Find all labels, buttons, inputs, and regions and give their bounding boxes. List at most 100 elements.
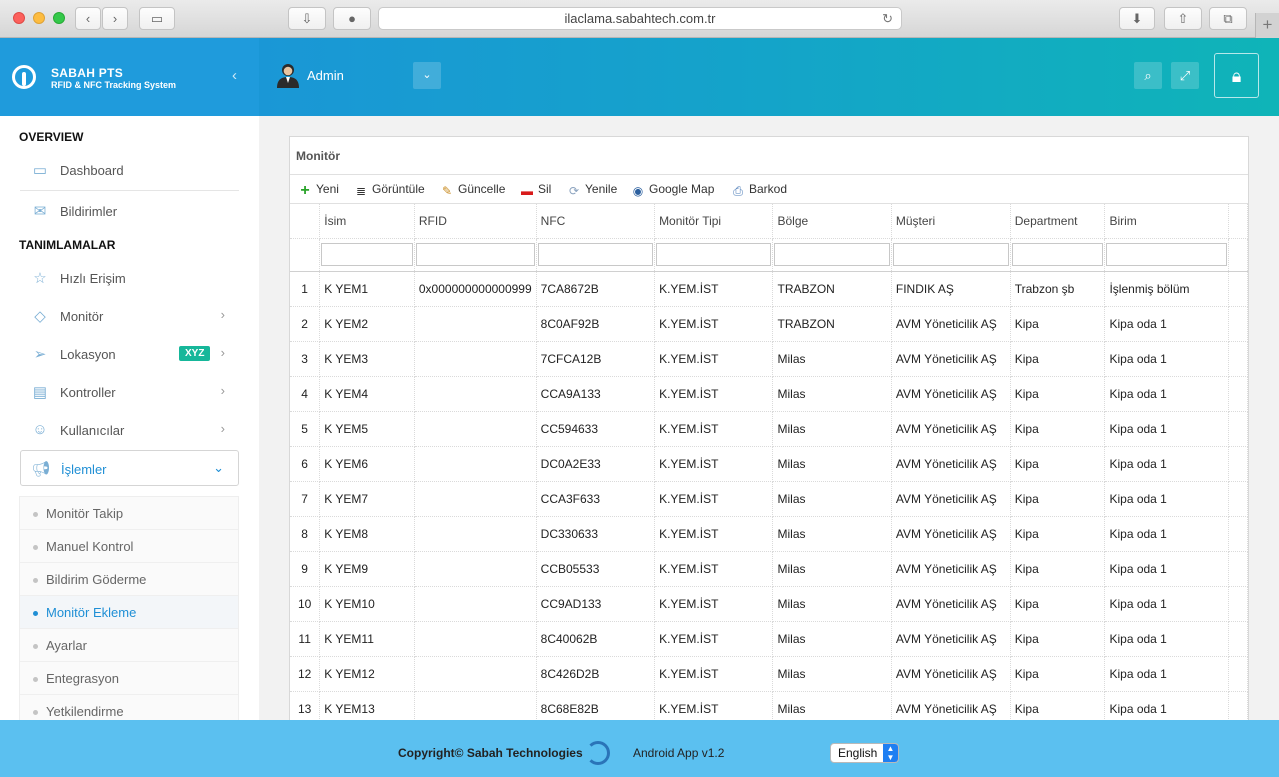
google-map-button[interactable]: ◉ Google Map xyxy=(631,182,715,198)
table-row[interactable]: 11 K YEM11 8C40062B K.YEM.İST Milas AVM Yönet… xyxy=(290,621,1248,657)
barcode-button[interactable]: ⎙ Barkod xyxy=(731,182,787,198)
language-select[interactable]: English ▲ ▼ xyxy=(830,743,899,763)
window-zoom-button[interactable] xyxy=(53,12,65,24)
new-tab-icon[interactable]: + xyxy=(1255,13,1279,38)
user-icon: ☺ xyxy=(32,421,48,438)
header-cell[interactable]: RFID xyxy=(414,204,537,239)
tabs-icon[interactable]: ⧉ xyxy=(1209,7,1247,30)
table-row[interactable]: 10 K YEM10 CC9AD133 K.YEM.İST Milas AVM Yönet… xyxy=(290,586,1248,622)
submenu-item-entegrasyon[interactable]: Entegrasyon xyxy=(20,662,238,695)
header-cell[interactable]: Department xyxy=(1010,204,1106,239)
table-row[interactable]: 4K YEM4 CCA9A133 K.YEM.İST Milas AVM Yönetic… xyxy=(290,376,1248,412)
forward-button[interactable]: › xyxy=(102,7,128,30)
section-tanimlamalar: TANIMLAMALAR xyxy=(19,238,116,252)
window-close-button[interactable] xyxy=(13,12,25,24)
table-cell: Kipa xyxy=(1010,586,1106,622)
table-row[interactable]: 12 K YEM12 8C426D2B K.YEM.İST Milas AVM Yönet… xyxy=(290,656,1248,692)
table-row[interactable]: 13 K YEM13 8C68E82B K.YEM.İST Milas AVM Yönet… xyxy=(290,691,1248,720)
search-icon[interactable]: ⌕ xyxy=(1134,62,1162,89)
table-cell: AVM Yöneticilik AŞ xyxy=(891,481,1011,517)
submenu-item-bildirim-goderme[interactable]: Bildirim Göderme xyxy=(20,563,238,596)
privacy-icon[interactable]: ● xyxy=(333,7,371,30)
chevron-down-icon[interactable]: ⌄ xyxy=(413,62,441,89)
sidebar-toggle-icon[interactable]: ▭ xyxy=(139,7,175,30)
table-row[interactable]: 3K YEM3 7CFCA12B K.YEM.İST Milas AVM Yönetic… xyxy=(290,341,1248,377)
table-row[interactable]: 7K YEM7 CCA3F633 K.YEM.İST Milas AVM Yönetic… xyxy=(290,481,1248,517)
avatar[interactable] xyxy=(276,62,300,88)
address-bar[interactable]: ilaclama.sabahtech.com.tr ↻ xyxy=(378,7,902,30)
edit-icon: ✎ xyxy=(441,184,453,198)
sidebar-item-kullanicilar[interactable]: ☺ Kullanıcılar › xyxy=(20,412,239,448)
back-button[interactable]: ‹ xyxy=(75,7,101,30)
downloads-icon[interactable]: ⬇ xyxy=(1119,7,1155,30)
footer: Copyright© Sabah Technologies Android Ap… xyxy=(0,720,1279,777)
table-cell-spacer xyxy=(1228,376,1248,412)
table-row[interactable]: 1K YEM1 0x000000000000999 7CA8672B K.YEM.İS… xyxy=(290,271,1248,307)
table-cell: TRABZON xyxy=(772,271,892,307)
submenu-item-manuel-kontrol[interactable]: Manuel Kontrol xyxy=(20,530,238,563)
table-cell: Trabzon şb xyxy=(1010,271,1106,307)
chevron-right-icon: › xyxy=(220,383,225,398)
refresh-button[interactable]: ⟳ Yenile xyxy=(567,182,617,198)
filter-input-musteri[interactable] xyxy=(892,243,1009,266)
filter-input-department[interactable] xyxy=(1011,243,1104,266)
header-cell[interactable]: Birim xyxy=(1104,204,1230,239)
table-row[interactable]: 2K YEM2 8C0AF92B K.YEM.İST TRABZON AVM Yönet… xyxy=(290,306,1248,342)
table-cell: Milas xyxy=(772,551,892,587)
filter-input-isim[interactable] xyxy=(321,243,413,266)
fullscreen-icon[interactable]: ⤢ xyxy=(1171,62,1199,89)
collapse-sidebar-icon[interactable]: ‹ xyxy=(232,67,237,84)
sidebar-item-hizli-erisim[interactable]: ☆ Hızlı Erişim xyxy=(20,260,239,296)
row-number-cell: 1 xyxy=(290,271,321,307)
submenu-item-yetkilendirme[interactable]: Yetkilendirme xyxy=(20,695,238,720)
table-cell: K.YEM.İST xyxy=(654,551,774,587)
table-row[interactable]: 8K YEM8 DC330633 K.YEM.İST Milas AVM Yönetic… xyxy=(290,516,1248,552)
table-cell: K.YEM.İST xyxy=(654,481,774,517)
filter-input-nfc[interactable] xyxy=(537,243,654,266)
filter-input-bolge[interactable] xyxy=(774,243,890,266)
new-button[interactable]: + Yeni xyxy=(298,182,339,199)
user-name[interactable]: Admin xyxy=(307,68,344,83)
table-cell xyxy=(414,341,537,377)
filter-input-rfid[interactable] xyxy=(415,243,535,266)
android-app-link[interactable]: Android App v1.2 xyxy=(633,746,724,760)
table-row[interactable]: 5K YEM5 CC594633 K.YEM.İST Milas AVM Yönetic… xyxy=(290,411,1248,447)
table-row[interactable]: 6K YEM6 DC0A2E33 K.YEM.İST Milas AVM Yönetic… xyxy=(290,446,1248,482)
filter-input-monitor-tipi[interactable] xyxy=(656,243,772,266)
window-minimize-button[interactable] xyxy=(33,12,45,24)
table-cell-spacer xyxy=(1228,271,1248,307)
header-cell[interactable]: Müşteri xyxy=(891,204,1011,239)
delete-button[interactable]: ▬ Sil xyxy=(520,182,551,198)
view-button[interactable]: ≣ Görüntüle xyxy=(354,182,425,198)
header-cell[interactable]: NFC xyxy=(536,204,656,239)
bullet-icon xyxy=(33,545,38,550)
sidebar-item-dashboard[interactable]: ▭ Dashboard xyxy=(20,152,239,188)
header-cell[interactable]: Monitör Tipi xyxy=(654,204,774,239)
sidebar-item-monitor[interactable]: ◇ Monitör › xyxy=(20,298,239,334)
google-map-button-label: Google Map xyxy=(649,182,715,196)
header-cell[interactable]: Bölge xyxy=(772,204,892,239)
bullet-icon xyxy=(33,677,38,682)
download-icon[interactable]: ⇩ xyxy=(288,7,326,30)
table-row[interactable]: 9K YEM9 CCB05533 K.YEM.İST Milas AVM Yönetic… xyxy=(290,551,1248,587)
share-icon[interactable]: ⇧ xyxy=(1164,7,1202,30)
sidebar-item-lokasyon[interactable]: ➢ Lokasyon XYZ › xyxy=(20,336,239,372)
table-cell: Kipa oda 1 xyxy=(1104,446,1230,482)
submenu-item-monitor-ekleme[interactable]: Monitör Ekleme xyxy=(20,596,238,629)
submenu-item-ayarlar[interactable]: Ayarlar xyxy=(20,629,238,662)
table-cell: Milas xyxy=(772,481,892,517)
reload-icon[interactable]: ↻ xyxy=(882,8,893,29)
update-button[interactable]: ✎ Güncelle xyxy=(440,182,505,198)
table-cell: Kipa xyxy=(1010,411,1106,447)
table-cell-spacer xyxy=(1228,691,1248,720)
table-cell: AVM Yöneticilik AŞ xyxy=(891,306,1011,342)
submenu-item-monitor-takip[interactable]: Monitör Takip xyxy=(20,497,238,530)
sidebar-item-bildirimler[interactable]: ✉ Bildirimler xyxy=(20,193,239,229)
sidebar-item-kontroller[interactable]: ▤ Kontroller › xyxy=(20,374,239,410)
filter-input-birim[interactable] xyxy=(1106,243,1228,266)
table-cell-spacer xyxy=(1228,516,1248,552)
lock-icon[interactable]: 🔒︎ xyxy=(1214,53,1259,98)
table-header: İsim RFID NFC Monitör Tipi Bölge Müşteri… xyxy=(290,204,1248,239)
sidebar-item-islemler[interactable]: 📢︎ İşlemler ⌄ xyxy=(20,450,239,486)
header-cell[interactable]: İsim xyxy=(319,204,415,239)
